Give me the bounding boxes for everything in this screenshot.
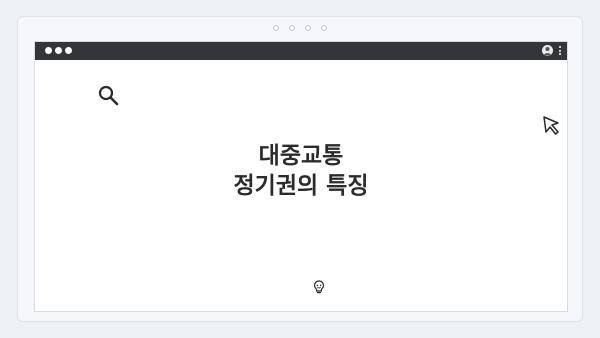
minimize-dot[interactable]: [55, 47, 62, 54]
pagination-dots: [18, 25, 582, 31]
profile-icon[interactable]: [542, 45, 553, 56]
title-line-1: 대중교통: [258, 143, 344, 169]
dot: [305, 25, 311, 31]
search-icon[interactable]: [97, 84, 121, 108]
kebab-menu-icon[interactable]: [559, 46, 562, 56]
dot: [289, 25, 295, 31]
dot: [273, 25, 279, 31]
close-dot[interactable]: [45, 47, 52, 54]
device-frame: 대중교통 정기권의 특징: [17, 16, 583, 322]
window-titlebar: [35, 42, 567, 60]
browser-window: 대중교통 정기권의 특징: [34, 41, 568, 312]
window-controls: [45, 47, 75, 54]
dot: [321, 25, 327, 31]
cursor-icon: [543, 116, 559, 135]
title-line-2: 정기권의 특징: [233, 173, 369, 199]
page-title: 대중교통 정기권의 특징: [35, 141, 567, 201]
maximize-dot[interactable]: [65, 47, 72, 54]
lightbulb-icon: [313, 280, 325, 294]
